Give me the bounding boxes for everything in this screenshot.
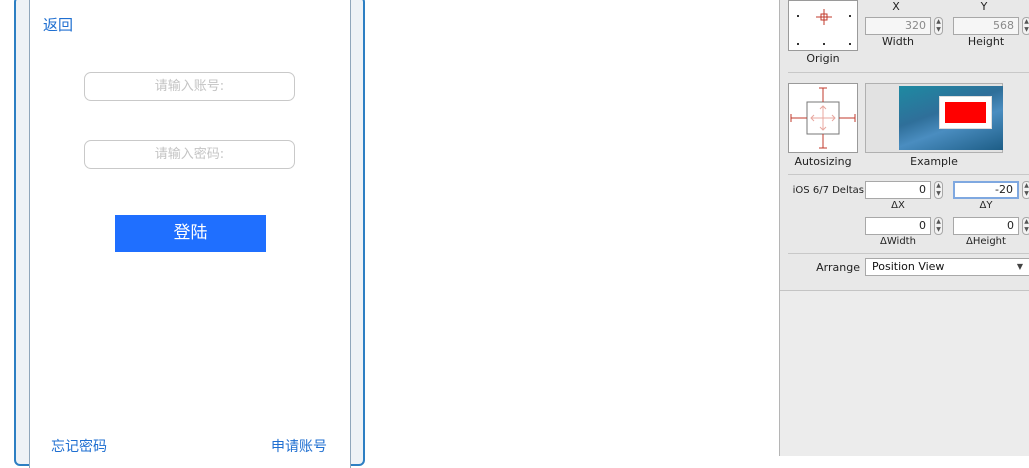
password-input[interactable]: [84, 140, 295, 169]
delta-x-label: ΔX: [891, 200, 905, 211]
example-view: [945, 102, 986, 123]
height-stepper-icon[interactable]: ▲ ▼: [1022, 17, 1029, 35]
width-stepper-icon[interactable]: ▲ ▼: [934, 17, 943, 35]
crosshair-icon: [816, 9, 832, 25]
height-field[interactable]: 568: [953, 17, 1019, 35]
delta-width-stepper-icon[interactable]: ▲ ▼: [934, 217, 943, 235]
divider: [788, 253, 1029, 254]
delta-x-stepper-icon[interactable]: ▲ ▼: [934, 181, 943, 199]
y-label: Y: [980, 0, 988, 13]
delta-height-field[interactable]: 0: [953, 217, 1019, 235]
account-input[interactable]: [84, 72, 295, 101]
forgot-password-link[interactable]: 忘记密码: [51, 436, 107, 456]
example-wallpaper: [899, 86, 1003, 150]
autosizing-control[interactable]: [788, 83, 858, 153]
delta-y-field[interactable]: -20: [953, 181, 1019, 199]
delta-x-field[interactable]: 0: [865, 181, 931, 199]
login-button[interactable]: 登陆: [115, 215, 266, 252]
origin-selector[interactable]: [788, 0, 858, 51]
autosizing-label: Autosizing: [794, 155, 852, 168]
example-frame: [939, 96, 992, 129]
delta-y-stepper-icon[interactable]: ▲ ▼: [1022, 181, 1029, 199]
x-label: X: [892, 0, 900, 13]
delta-height-label: ΔHeight: [966, 236, 1006, 247]
divider: [788, 174, 1029, 175]
deltas-label: iOS 6/7 Deltas: [792, 185, 864, 196]
width-label: Width: [882, 35, 914, 48]
example-label: Example: [910, 155, 958, 168]
example-preview: [865, 83, 1003, 153]
arrange-label: Arrange: [816, 261, 860, 274]
size-inspector: Origin X Y 320 ▲▼ 568 ▲▼ Width Height: [779, 0, 1029, 456]
height-label: Height: [967, 35, 1005, 48]
apply-account-link[interactable]: 申请账号: [271, 436, 327, 456]
arrange-dropdown[interactable]: Position View ▼: [865, 258, 1029, 276]
arrange-value: Position View: [872, 260, 945, 273]
strut-spring-icon: [790, 87, 856, 149]
width-field[interactable]: 320: [865, 17, 931, 35]
delta-y-label: ΔY: [979, 200, 993, 211]
origin-label: Origin: [806, 52, 840, 65]
delta-height-stepper-icon[interactable]: ▲ ▼: [1022, 217, 1029, 235]
dropdown-arrow-icon: ▼: [1016, 262, 1023, 271]
divider: [788, 72, 1029, 73]
back-link[interactable]: 返回: [43, 14, 73, 35]
delta-width-label: ΔWidth: [880, 236, 916, 247]
inspector-upper-panel: Origin X Y 320 ▲▼ 568 ▲▼ Width Height: [780, 0, 1029, 291]
delta-width-field[interactable]: 0: [865, 217, 931, 235]
